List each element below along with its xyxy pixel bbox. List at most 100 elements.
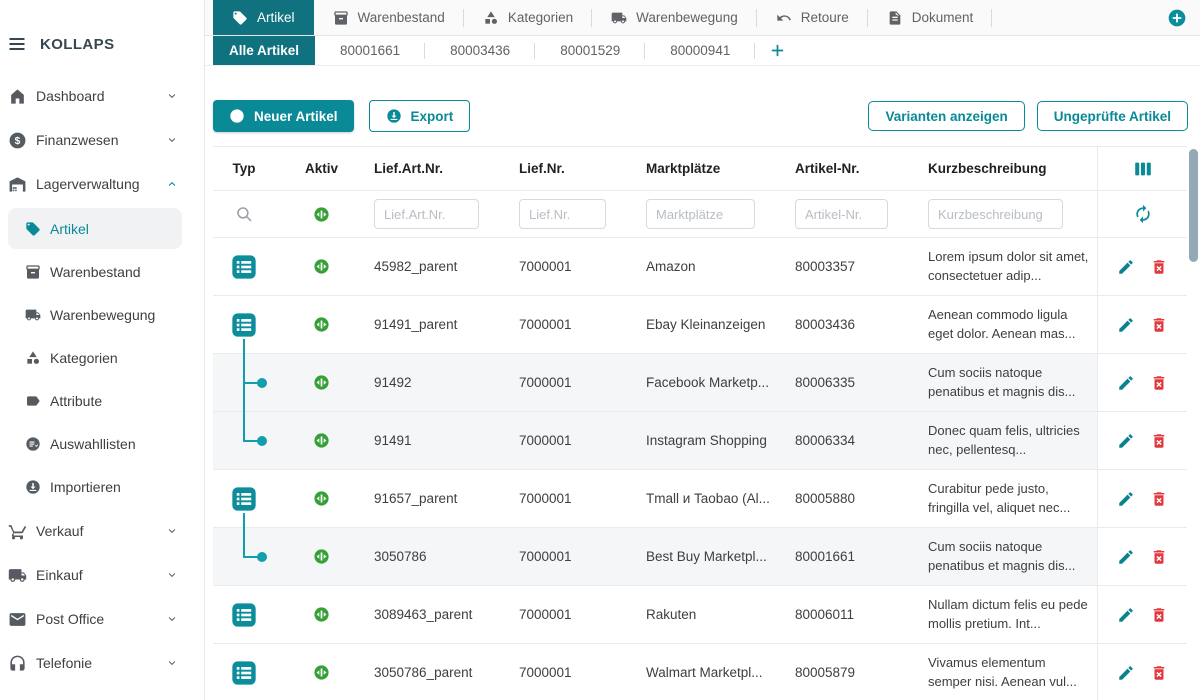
filter-kurzbeschreibung-input[interactable] <box>928 199 1063 229</box>
delete-icon[interactable] <box>1150 490 1168 508</box>
tab-label: Artikel <box>257 10 295 25</box>
sidebar-item-lagerverwaltung[interactable]: Lagerverwaltung <box>0 162 204 206</box>
chevron-down-icon <box>166 569 178 581</box>
tab-dokument[interactable]: Dokument <box>868 0 993 35</box>
table-row[interactable]: 91491_parent7000001Ebay Kleinanzeigen800… <box>213 296 1187 354</box>
filter-lief-art-nr-input[interactable] <box>374 199 479 229</box>
mail-icon <box>8 610 27 629</box>
parent-list-square-icon[interactable] <box>230 601 258 629</box>
subtab-80001661[interactable]: 80001661 <box>315 36 425 65</box>
edit-icon[interactable] <box>1117 606 1135 624</box>
sidebar-item-finanzwesen[interactable]: $Finanzwesen <box>0 118 204 162</box>
subtab-80003436[interactable]: 80003436 <box>425 36 535 65</box>
edit-icon[interactable] <box>1117 374 1135 392</box>
table-row[interactable]: 3050786_parent7000001Walmart Marketpl...… <box>213 644 1187 700</box>
tab-warenbewegung[interactable]: Warenbewegung <box>592 0 757 35</box>
column-header-typ: Typ <box>213 147 275 190</box>
show-variants-button[interactable]: Varianten anzeigen <box>868 101 1024 131</box>
subtab-alle-artikel[interactable]: Alle Artikel <box>213 36 315 65</box>
typ-cell <box>213 354 275 411</box>
tab-artikel[interactable]: Artikel <box>213 0 314 35</box>
sidebar-subitem-auswahllisten[interactable]: Auswahllisten <box>8 423 182 464</box>
tab-warenbestand[interactable]: Warenbestand <box>314 0 464 35</box>
table-row[interactable]: 45982_parent7000001Amazon80003357Lorem i… <box>213 238 1187 296</box>
sidebar-item-telefonie[interactable]: Telefonie <box>0 641 204 685</box>
subtab-80000941[interactable]: 80000941 <box>645 36 755 65</box>
parent-list-square-icon[interactable] <box>230 659 258 687</box>
row-actions-cell <box>1097 644 1187 700</box>
lief-art-nr-cell: 91492 <box>368 375 513 390</box>
vertical-scrollbar[interactable] <box>1187 146 1200 700</box>
sidebar-item-dashboard[interactable]: Dashboard <box>0 74 204 118</box>
subtab-80001529[interactable]: 80001529 <box>535 36 645 65</box>
delete-icon[interactable] <box>1150 316 1168 334</box>
edit-icon[interactable] <box>1117 432 1135 450</box>
refresh-icon[interactable] <box>1133 204 1153 224</box>
edit-icon[interactable] <box>1117 490 1135 508</box>
tab-retoure[interactable]: Retoure <box>757 0 868 35</box>
filter-lief-nr-input[interactable] <box>519 199 606 229</box>
artikel-nr-cell: 80005880 <box>789 491 922 506</box>
warehouse-icon <box>8 175 27 194</box>
marktplatz-cell: Ebay Kleinanzeigen <box>640 317 789 332</box>
table-row[interactable]: 91657_parent7000001Tmall и Taobao (Al...… <box>213 470 1187 528</box>
delete-icon[interactable] <box>1150 548 1168 566</box>
app-window: KOLLAPS Dashboard$FinanzwesenLagerverwal… <box>0 0 1200 700</box>
parent-list-square-icon[interactable] <box>230 253 258 281</box>
kurzbeschreibung-cell: Cum sociis natoque penatibus et magnis d… <box>922 538 1097 574</box>
table-row[interactable]: 914917000001Instagram Shopping80006334Do… <box>213 412 1187 470</box>
sidebar-subitem-label: Attribute <box>50 393 182 409</box>
new-article-button[interactable]: Neuer Artikel <box>213 100 354 132</box>
column-header-lief-art-nr: Lief.Art.Nr. <box>368 161 513 176</box>
active-status-icon <box>313 606 330 623</box>
lief-nr-cell: 7000001 <box>513 433 640 448</box>
return-icon <box>776 10 792 26</box>
sidebar-item-einkauf[interactable]: Einkauf <box>0 553 204 597</box>
table-row[interactable]: 3089463_parent7000001Rakuten80006011Null… <box>213 586 1187 644</box>
scrollbar-thumb[interactable] <box>1189 149 1198 262</box>
filter-marktplaetze-input[interactable] <box>646 199 755 229</box>
chevron-up-icon <box>166 178 178 190</box>
sidebar-item-post-office[interactable]: Post Office <box>0 597 204 641</box>
active-status-icon[interactable] <box>313 206 330 223</box>
edit-icon[interactable] <box>1117 664 1135 682</box>
unchecked-articles-button[interactable]: Ungeprüfte Artikel <box>1037 101 1188 131</box>
table-row[interactable]: 914927000001Facebook Marketp...80006335C… <box>213 354 1187 412</box>
delete-icon[interactable] <box>1150 606 1168 624</box>
artikel-nr-cell: 80003436 <box>789 317 922 332</box>
sidebar-subitem-artikel[interactable]: Artikel <box>8 208 182 249</box>
edit-icon[interactable] <box>1117 548 1135 566</box>
add-tab-plus-circle-icon[interactable] <box>1167 8 1187 28</box>
delete-icon[interactable] <box>1150 664 1168 682</box>
tab-kategorien[interactable]: Kategorien <box>464 0 592 35</box>
export-button[interactable]: Export <box>369 100 471 132</box>
sidebar-subitem-importieren[interactable]: Importieren <box>8 466 182 507</box>
sidebar-subitem-kategorien[interactable]: Kategorien <box>8 337 182 378</box>
subtab-label: 80003436 <box>450 43 510 58</box>
delete-icon[interactable] <box>1150 258 1168 276</box>
sidebar-subitem-warenbewegung[interactable]: Warenbewegung <box>8 294 182 335</box>
tab-list: Artikel WarenbestandKategorienWarenbewegu… <box>213 0 992 35</box>
parent-list-square-icon[interactable] <box>230 311 258 339</box>
filter-artikel-nr-input[interactable] <box>795 199 888 229</box>
menu-icon[interactable] <box>6 35 28 53</box>
parent-list-square-icon[interactable] <box>230 485 258 513</box>
kurzbeschreibung-cell: Lorem ipsum dolor sit amet, consectetuer… <box>922 248 1097 284</box>
delete-icon[interactable] <box>1150 374 1168 392</box>
edit-icon[interactable] <box>1117 258 1135 276</box>
delete-icon[interactable] <box>1150 432 1168 450</box>
column-header-kurzbeschreibung: Kurzbeschreibung <box>922 161 1097 176</box>
table-row[interactable]: 30507867000001Best Buy Marketpl...800016… <box>213 528 1187 586</box>
sidebar-subitem-attribute[interactable]: Attribute <box>8 380 182 421</box>
add-subtab-plus-icon[interactable] <box>769 42 786 59</box>
tab-bar: Artikel WarenbestandKategorienWarenbewegu… <box>205 0 1200 36</box>
columns-icon[interactable] <box>1132 158 1154 180</box>
aktiv-cell <box>275 586 368 643</box>
kurzbeschreibung-cell: Aenean commodo ligula eget dolor. Aenean… <box>922 306 1097 342</box>
table-header-row: Typ Aktiv Lief.Art.Nr. Lief.Nr. Marktplä… <box>213 147 1187 191</box>
sidebar-item-verkauf[interactable]: Verkauf <box>0 509 204 553</box>
category-icon <box>25 350 41 366</box>
edit-icon[interactable] <box>1117 316 1135 334</box>
search-icon[interactable] <box>235 205 254 224</box>
sidebar-subitem-warenbestand[interactable]: Warenbestand <box>8 251 182 292</box>
